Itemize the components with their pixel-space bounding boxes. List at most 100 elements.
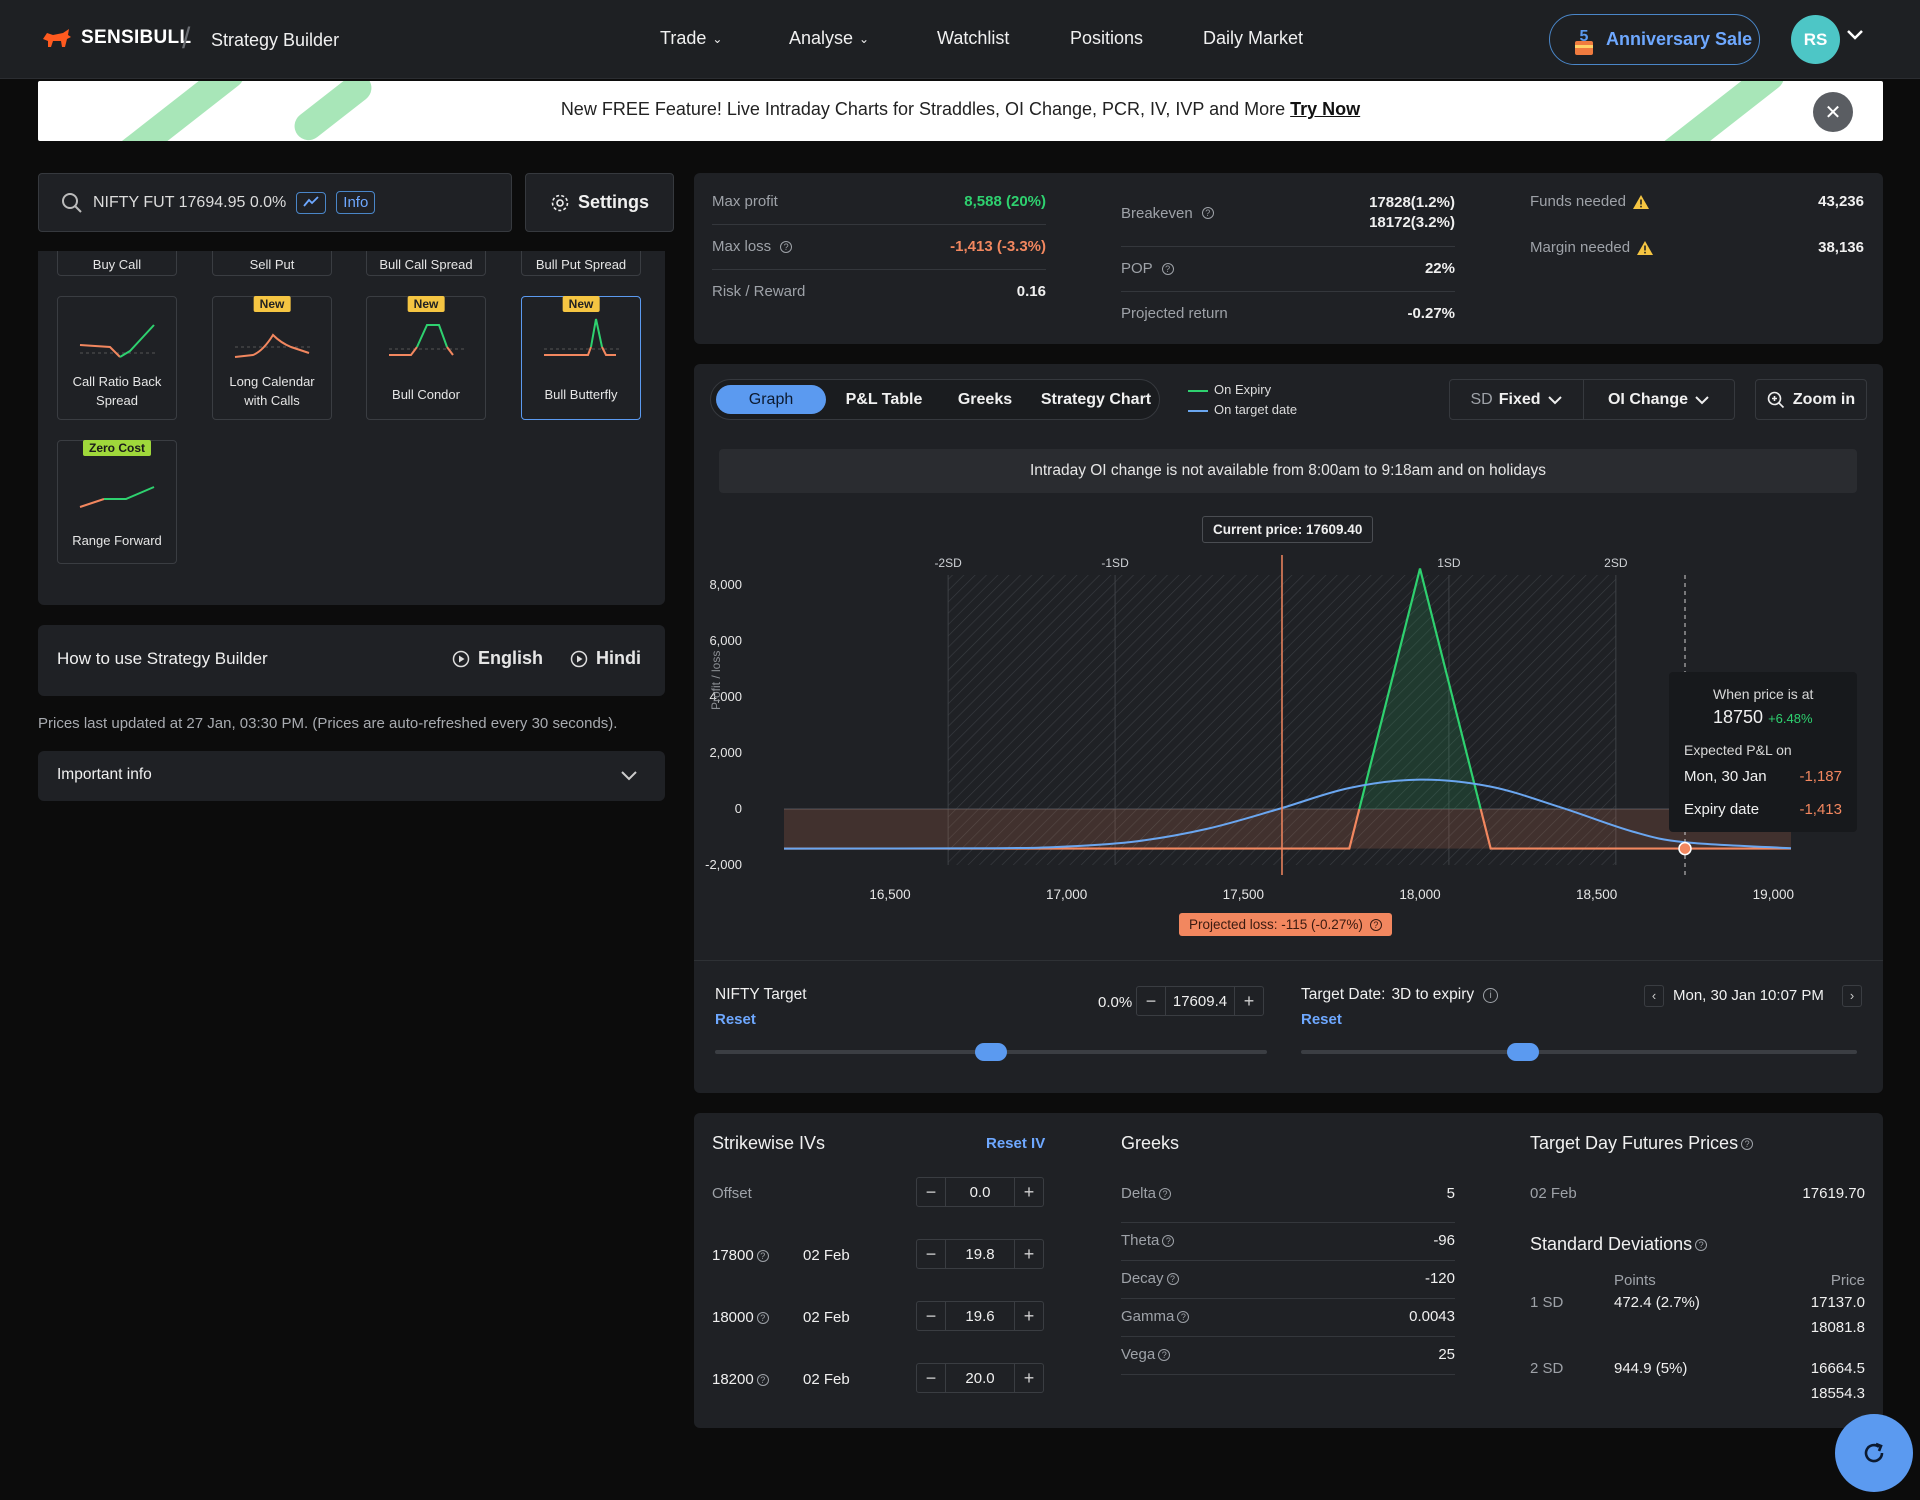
target-date-value: Mon, 30 Jan 10:07 PM [1673,987,1824,1004]
avatar[interactable]: RS [1791,15,1840,64]
strategy-card-call-ratio-back-spread[interactable]: Call Ratio Back Spread [57,296,177,420]
chevron-right-icon[interactable]: › [1842,985,1862,1007]
strategy-card-bull-condor[interactable]: New Bull Condor [366,296,486,420]
iv-input[interactable]: 19.6 [945,1302,1015,1330]
reset-iv-link[interactable]: Reset IV [986,1135,1045,1152]
english-video-button[interactable]: English [452,648,543,669]
help-icon[interactable]: ? [1166,1273,1179,1286]
strategy-card-range-forward[interactable]: Zero Cost Range Forward [57,440,177,564]
plus-icon[interactable]: + [1015,1302,1043,1330]
tab-graph[interactable]: Graph [716,385,826,414]
oi-change-dropdown[interactable]: OI Change [1583,379,1735,420]
plus-icon[interactable]: + [1015,1364,1043,1392]
zoom-in-button[interactable]: Zoom in [1755,379,1867,420]
help-icon[interactable]: ? [1177,1311,1190,1324]
strategy-card-bull-put-spread[interactable]: Bull Put Spread [521,251,641,276]
nav-watchlist[interactable]: Watchlist [937,28,1009,49]
tab-greeks[interactable]: Greeks [943,385,1027,414]
help-icon[interactable]: ? [1162,1235,1175,1248]
nifty-reset-link[interactable]: Reset [715,1011,756,1028]
settings-button[interactable]: Settings [525,173,674,232]
instrument-label: NIFTY FUT 17694.95 0.0% [93,193,287,211]
tab-pnl-table[interactable]: P&L Table [833,385,935,414]
anniversary-sale-button[interactable]: 5 Anniversary Sale [1549,14,1760,65]
offset-input[interactable]: 0.0 [945,1178,1015,1206]
tooltip-expected: Expected P&L on [1684,742,1792,758]
help-icon[interactable]: ? [1161,262,1174,275]
date-reset-link[interactable]: Reset [1301,1011,1342,1028]
important-info-accordion[interactable]: Important info [38,751,665,801]
help-icon[interactable]: ? [1369,918,1382,931]
minus-icon[interactable]: − [1137,987,1165,1015]
help-icon[interactable]: ? [780,240,793,253]
help-icon[interactable]: ? [1159,1188,1172,1201]
tooltip-pct: +6.48% [1768,711,1813,726]
strategy-card-label: Range Forward [72,533,162,548]
nifty-price-stepper[interactable]: − 17609.4 + [1136,986,1264,1016]
breakeven-1: 17828(1.2%) [1369,194,1455,211]
minus-icon[interactable]: − [917,1240,945,1268]
brand-logo[interactable]: SENSIBULL [41,27,191,49]
nav-daily-market[interactable]: Daily Market [1203,28,1303,49]
offset-stepper[interactable]: −0.0 + [916,1177,1044,1207]
plus-icon[interactable]: + [1015,1240,1043,1268]
nav-analyse[interactable]: Analyse ⌄ [789,28,869,49]
refresh-button[interactable] [1835,1414,1913,1492]
date-slider-thumb[interactable] [1507,1043,1540,1061]
settings-label: Settings [577,192,649,212]
projected-loss-text: Projected loss: -115 (-0.27%) [1189,917,1363,932]
chevron-down-icon[interactable] [1846,28,1864,47]
nifty-price-input[interactable]: 17609.4 [1165,987,1235,1015]
warning-icon[interactable] [1636,240,1654,256]
iv-stepper[interactable]: −20.0 + [916,1363,1044,1393]
chevron-left-icon[interactable]: ‹ [1644,985,1664,1007]
chart-icon[interactable] [296,191,327,214]
instrument-search[interactable]: NIFTY FUT 17694.95 0.0% Info [38,173,512,232]
iv-stepper[interactable]: −19.6 + [916,1301,1044,1331]
strategy-card-buy-call[interactable]: Buy Call [57,251,177,276]
how-to-panel: How to use Strategy Builder English Hind… [38,625,665,696]
plus-icon[interactable]: + [1015,1178,1043,1206]
payoff-thumbnail [234,333,311,358]
strategy-card-bull-butterfly[interactable]: New Bull Butterfly [521,296,641,420]
help-icon[interactable]: ? [1201,207,1214,219]
help-icon[interactable]: ? [756,1374,769,1387]
banner-cta-link[interactable]: Try Now [1290,99,1360,119]
info-button[interactable]: Info [336,191,376,214]
strategy-card-long-calendar-with-calls[interactable]: New Long Calendar with Calls [212,296,332,420]
nav-positions[interactable]: Positions [1070,28,1143,49]
help-icon[interactable]: ? [756,1312,769,1325]
minus-icon[interactable]: − [917,1364,945,1392]
breakeven-values: 17828(1.2%) 18172(3.2%) [1369,193,1455,233]
iv-input[interactable]: 19.8 [945,1240,1015,1268]
info-icon[interactable]: i [1483,987,1499,1003]
iv-input[interactable]: 20.0 [945,1364,1015,1392]
strategy-card-sell-put[interactable]: Sell Put [212,251,332,276]
nav-trade[interactable]: Trade ⌄ [660,28,722,49]
brand-name: SENSIBULL [81,27,192,48]
help-icon[interactable]: ? [1158,1349,1171,1362]
strikewise-ivs-title: Strikewise IVs [712,1133,826,1153]
help-icon[interactable]: ? [1741,1138,1754,1151]
sd-dropdown[interactable]: SD Fixed [1449,379,1584,420]
play-icon [570,650,588,667]
help-icon[interactable]: ? [756,1250,769,1263]
margin-needed-row: Margin needed 38,136 [1530,239,1864,256]
plus-icon[interactable]: + [1235,987,1263,1015]
legend-on-target-label: On target date [1214,402,1298,417]
help-icon[interactable]: ? [1695,1239,1708,1252]
close-icon[interactable]: ✕ [1813,92,1853,132]
date-slider-track[interactable] [1301,1050,1857,1054]
minus-icon[interactable]: − [917,1302,945,1330]
hindi-video-button[interactable]: Hindi [570,648,641,669]
tab-strategy-chart[interactable]: Strategy Chart [1037,385,1155,414]
sd-label: SD [1470,390,1493,408]
minus-icon[interactable]: − [917,1178,945,1206]
nifty-slider-thumb[interactable] [975,1043,1007,1061]
details-panel: Strikewise IVs Reset IV Offset −0.0 + 178… [694,1113,1883,1428]
strategy-card-bull-call-spread[interactable]: Bull Call Spread [366,251,486,276]
warning-icon[interactable] [1632,194,1650,210]
greek-row: Theta? -96 [1121,1223,1455,1261]
iv-stepper[interactable]: −19.8 + [916,1239,1044,1269]
sd1-label: 1 SD [1530,1294,1564,1311]
